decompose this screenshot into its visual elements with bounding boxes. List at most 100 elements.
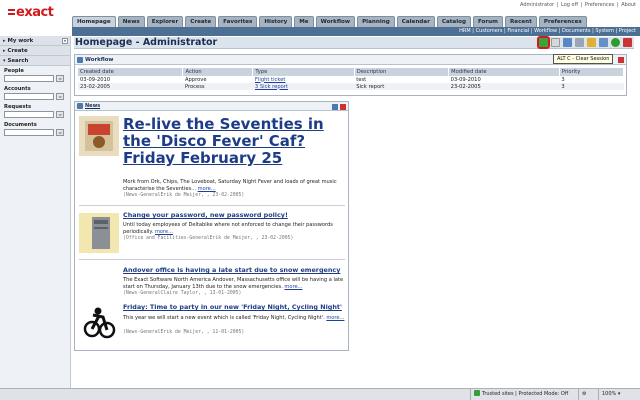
news-meta: (News-GeneralClaire Taylor, , 13-01-2005… [123, 291, 242, 296]
workflow-title[interactable]: Workflow [85, 57, 113, 63]
go-arrow-icon[interactable]: ⇒ [56, 129, 64, 136]
sidebar-section-my-work[interactable]: ▸ My work « [0, 36, 70, 46]
tab-planning[interactable]: Planning [357, 16, 395, 27]
status-bar: Trusted sites | Protected Mode: Off ⚙ 10… [0, 388, 640, 400]
go-arrow-icon[interactable]: ⇒ [56, 93, 64, 100]
table-row[interactable]: 03-09-2010 Approve Flight ticket test 03… [78, 76, 624, 83]
news-title[interactable]: News [85, 103, 100, 109]
sub-link-financial[interactable]: Financial [507, 28, 529, 34]
tab-catalog[interactable]: Catalog [436, 16, 471, 27]
documents-search-input[interactable] [4, 129, 54, 136]
zoom-value: 100% [602, 391, 617, 397]
requests-search-input[interactable] [4, 111, 54, 118]
workflow-panel-header: Workflow [75, 55, 626, 65]
more-link[interactable]: more... [326, 315, 344, 321]
search-people: People ⇒ [0, 66, 70, 84]
search-requests: Requests ⇒ [0, 102, 70, 120]
sub-links: HRM | Customers | Financial | Workflow |… [459, 28, 636, 34]
logout-icon[interactable] [623, 38, 632, 47]
field-label: Documents [4, 122, 37, 128]
more-link[interactable]: more... [198, 186, 216, 192]
sub-link-hrm[interactable]: HRM [459, 28, 471, 34]
cell-priority: 3 [559, 76, 624, 83]
security-zone[interactable]: Trusted sites | Protected Mode: Off [470, 389, 576, 400]
layout-icon[interactable] [563, 38, 572, 47]
more-link[interactable]: more... [155, 229, 173, 235]
news-panel-header: News [75, 102, 348, 111]
field-label: Accounts [4, 86, 31, 92]
zoom-settings-icon[interactable]: ⚙ [578, 389, 596, 400]
sidebar-section-create[interactable]: ▸ Create [0, 46, 70, 56]
col-modified-date[interactable]: Modified date [448, 68, 560, 76]
news-body: This year we will start a new event whic… [123, 315, 345, 322]
top-link-preferences[interactable]: Preferences [585, 2, 614, 8]
more-link[interactable]: more... [284, 284, 302, 290]
add-icon[interactable] [551, 38, 560, 47]
toolbar-icons [537, 36, 632, 49]
news-headline-link[interactable]: Change your password, new password polic… [123, 211, 288, 219]
logo-mark-icon [8, 9, 15, 15]
workflow-table: Created date Action Type Description Mod… [78, 68, 625, 90]
sub-link-system[interactable]: System [595, 28, 614, 34]
top-link-user[interactable]: Administrator [520, 2, 554, 8]
divider [79, 205, 345, 206]
help-icon[interactable] [611, 38, 620, 47]
sidebar-section-search[interactable]: ▾ Search [0, 56, 70, 66]
tab-recent[interactable]: Recent [504, 16, 537, 27]
search-documents: Documents ⇒ [0, 120, 70, 138]
search-accounts: Accounts ⇒ [0, 84, 70, 102]
col-action[interactable]: Action [182, 68, 254, 76]
news-body: The Exact Software North America Andover… [123, 277, 345, 290]
tab-create[interactable]: Create [185, 16, 217, 27]
settings-icon[interactable] [575, 38, 584, 47]
edit-icon[interactable] [332, 104, 338, 110]
main-tabs: Homepage News Explorer Create Favorites … [72, 16, 587, 27]
tab-workflow[interactable]: Workflow [315, 16, 356, 27]
news-headline-link[interactable]: Re-live the Seventies in the 'Disco Feve… [123, 116, 345, 167]
go-arrow-icon[interactable]: ⇒ [56, 111, 64, 118]
sub-link-project[interactable]: Project [619, 28, 636, 34]
sub-link-customers[interactable]: Customers [476, 28, 503, 34]
cell-modified: 23-02-2005 [448, 83, 560, 90]
tab-preferences[interactable]: Preferences [538, 16, 587, 27]
tab-me[interactable]: Me [294, 16, 314, 27]
zoom-level[interactable]: 100% ▾ [598, 389, 640, 400]
tab-forum[interactable]: Forum [472, 16, 503, 27]
top-link-about[interactable]: About [621, 2, 636, 8]
tab-news[interactable]: News [117, 16, 145, 27]
tab-history[interactable]: History [259, 16, 293, 27]
sub-link-documents[interactable]: Documents [562, 28, 591, 34]
clear-session-icon[interactable] [537, 36, 550, 49]
exact-logo[interactable]: exact [8, 5, 54, 20]
tab-homepage[interactable]: Homepage [72, 16, 116, 27]
collapse-icon[interactable]: « [62, 38, 68, 44]
col-priority[interactable]: Priority [559, 68, 625, 76]
lock-icon[interactable] [587, 38, 596, 47]
cell-type-link[interactable]: 3 Sick report [255, 84, 288, 90]
table-row[interactable]: 23-02-2005 Process 3 Sick report Sick re… [78, 83, 624, 90]
col-type[interactable]: Type [252, 68, 355, 76]
cell-created: 03-09-2010 [78, 76, 183, 83]
close-icon[interactable] [618, 57, 624, 63]
tab-favorites[interactable]: Favorites [218, 16, 258, 27]
close-icon[interactable] [340, 104, 346, 110]
divider [79, 259, 345, 260]
accounts-search-input[interactable] [4, 93, 54, 100]
tab-explorer[interactable]: Explorer [146, 16, 184, 27]
sub-link-workflow[interactable]: Workflow [534, 28, 557, 34]
cell-priority: 3 [559, 83, 624, 90]
cell-type-link[interactable]: Flight ticket [255, 77, 286, 83]
news-headline-link[interactable]: Andover office is having a late start du… [123, 266, 340, 274]
col-created-date[interactable]: Created date [78, 68, 184, 76]
workflow-icon [77, 56, 83, 63]
news-panel: News Re-live the Seventies in the 'Disco… [74, 101, 349, 351]
news-headline-link[interactable]: Friday: Time to party in our new 'Friday… [123, 303, 342, 311]
col-description[interactable]: Description [354, 68, 450, 76]
top-link-logoff[interactable]: Log off [561, 2, 578, 8]
sidebar-section-label: Search [7, 57, 29, 64]
people-search-input[interactable] [4, 75, 54, 82]
print-icon[interactable] [599, 38, 608, 47]
tab-calendar[interactable]: Calendar [396, 16, 435, 27]
app-window: exact Administrator | Log off | Preferen… [0, 0, 640, 400]
go-arrow-icon[interactable]: ⇒ [56, 75, 64, 82]
